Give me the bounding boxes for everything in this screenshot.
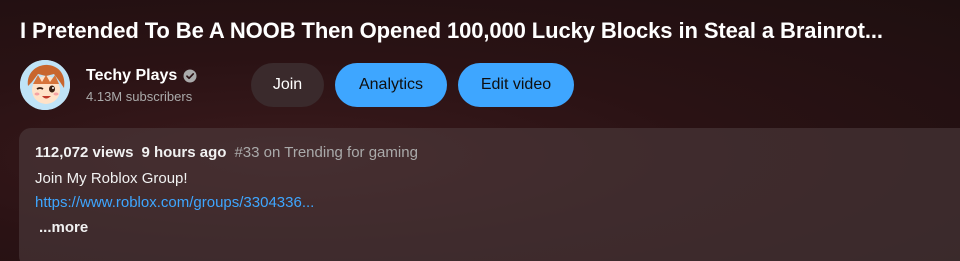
video-meta-row: 112,072 views 9 hours ago #33 on Trendin… — [35, 144, 960, 161]
channel-name[interactable]: Techy Plays — [86, 67, 177, 85]
edit-video-button[interactable]: Edit video — [458, 63, 574, 107]
description-box[interactable]: 112,072 views 9 hours ago #33 on Trendin… — [19, 128, 960, 261]
description-link[interactable]: https://www.roblox.com/groups/3304336... — [35, 194, 314, 211]
show-more-button[interactable]: ...more — [39, 219, 960, 236]
analytics-button[interactable]: Analytics — [335, 63, 447, 107]
channel-avatar[interactable] — [20, 60, 70, 110]
description-text: Join My Roblox Group! — [35, 170, 188, 187]
avatar-image — [20, 60, 70, 110]
join-button[interactable]: Join — [251, 63, 324, 107]
channel-name-row: Techy Plays — [86, 67, 230, 85]
subscriber-count: 4.13M subscribers — [86, 88, 193, 104]
upload-time: 9 hours ago — [141, 144, 227, 161]
channel-owner-row: Techy Plays 4.13M subscribers Join Analy… — [20, 60, 574, 110]
view-count: 112,072 views — [35, 144, 134, 161]
verified-check-icon — [183, 69, 197, 83]
trending-badge[interactable]: #33 on Trending for gaming — [234, 144, 417, 161]
video-title: I Pretended To Be A NOOB Then Opened 100… — [20, 18, 883, 43]
channel-info: Techy Plays 4.13M subscribers — [86, 67, 230, 104]
